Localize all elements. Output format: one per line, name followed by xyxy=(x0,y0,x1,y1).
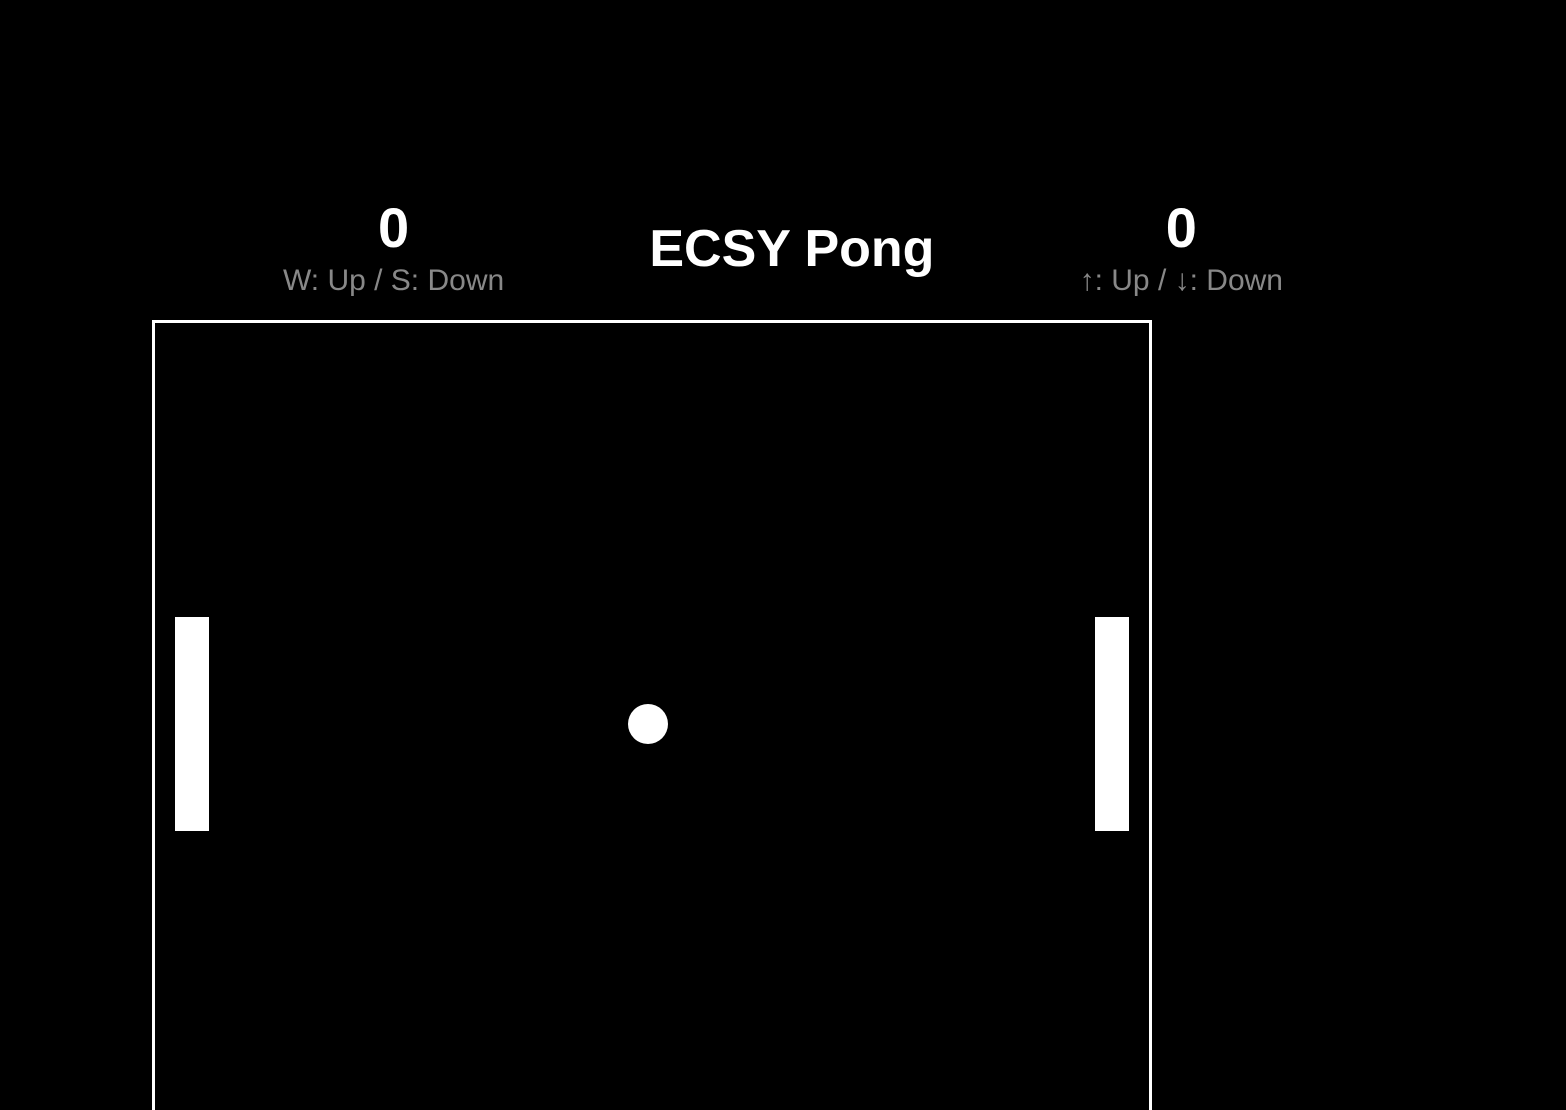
player1-controls-hint: W: Up / S: Down xyxy=(283,264,504,298)
player1-score: 0 xyxy=(378,200,409,256)
paddle-left[interactable] xyxy=(175,617,209,831)
player2-score: 0 xyxy=(1166,200,1197,256)
game-title: ECSY Pong xyxy=(649,219,934,279)
player2-controls-hint: ↑: Up / ↓: Down xyxy=(1080,264,1283,298)
ball xyxy=(628,704,668,744)
header-inner: 0 W: Up / S: Down ECSY Pong 0 ↑: Up / ↓:… xyxy=(283,200,1283,298)
player1-panel: 0 W: Up / S: Down xyxy=(283,200,504,298)
play-area[interactable] xyxy=(152,320,1152,1110)
paddle-right[interactable] xyxy=(1095,617,1129,831)
player2-panel: 0 ↑: Up / ↓: Down xyxy=(1080,200,1283,298)
game-header: 0 W: Up / S: Down ECSY Pong 0 ↑: Up / ↓:… xyxy=(0,200,1566,298)
